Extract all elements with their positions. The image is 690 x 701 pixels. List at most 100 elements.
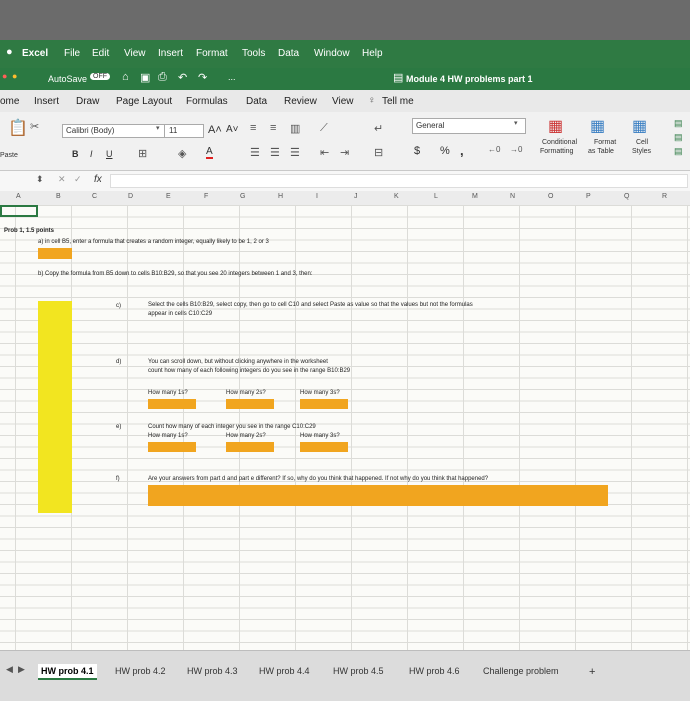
col-header-d[interactable]: D bbox=[128, 193, 133, 200]
sheet-tab-hw-prob-4-4[interactable]: HW prob 4.4 bbox=[256, 664, 313, 678]
format-label[interactable]: Format bbox=[594, 139, 616, 146]
as-table-label[interactable]: as Table bbox=[588, 148, 614, 155]
col-header-k[interactable]: K bbox=[394, 193, 399, 200]
menu-view[interactable]: View bbox=[124, 48, 146, 59]
formula-input[interactable] bbox=[110, 174, 688, 188]
close-window-icon[interactable]: ● bbox=[2, 71, 7, 81]
align-center-icon[interactable]: ☰ bbox=[270, 146, 280, 159]
increase-font-icon[interactable]: A˄ bbox=[208, 124, 222, 136]
selected-cell[interactable] bbox=[0, 205, 38, 217]
col-header-b[interactable]: B bbox=[56, 193, 61, 200]
tab-home[interactable]: ome bbox=[0, 96, 19, 107]
formatting-label[interactable]: Formatting bbox=[540, 148, 573, 155]
tab-formulas[interactable]: Formulas bbox=[186, 96, 228, 107]
undo-icon[interactable]: ↶ bbox=[178, 71, 187, 84]
menu-tools[interactable]: Tools bbox=[242, 48, 265, 59]
save-icon[interactable]: ▣ bbox=[140, 71, 150, 84]
format-as-table-icon[interactable]: ▦ bbox=[590, 116, 605, 136]
menu-data[interactable]: Data bbox=[278, 48, 299, 59]
insert-cells-icon[interactable]: ▤ bbox=[674, 118, 683, 129]
chevron-down-icon[interactable]: ▾ bbox=[514, 119, 518, 127]
col-header-o[interactable]: O bbox=[548, 193, 553, 200]
answer-e-1s[interactable] bbox=[148, 442, 196, 452]
tab-draw[interactable]: Draw bbox=[76, 96, 99, 107]
col-header-c[interactable]: C bbox=[92, 193, 97, 200]
col-header-p[interactable]: P bbox=[586, 193, 591, 200]
tab-review[interactable]: Review bbox=[284, 96, 317, 107]
add-sheet-button[interactable]: + bbox=[586, 664, 598, 680]
styles-label[interactable]: Styles bbox=[632, 148, 651, 155]
currency-button[interactable]: $ bbox=[414, 145, 420, 157]
paste-icon[interactable]: 📋 bbox=[8, 118, 28, 138]
cut-icon[interactable]: ✂ bbox=[30, 120, 39, 133]
menu-app-excel[interactable]: Excel bbox=[22, 48, 48, 59]
tab-view[interactable]: View bbox=[332, 96, 354, 107]
prev-sheet-icon[interactable]: ◀ bbox=[6, 664, 13, 675]
tab-insert[interactable]: Insert bbox=[34, 96, 59, 107]
bold-button[interactable]: B bbox=[72, 149, 79, 159]
col-header-r[interactable]: R bbox=[662, 193, 667, 200]
insert-function-button[interactable]: fx bbox=[94, 174, 102, 185]
align-middle-icon[interactable]: ≡ bbox=[270, 122, 276, 134]
col-header-q[interactable]: Q bbox=[624, 193, 629, 200]
sheet-tab-challenge-problem[interactable]: Challenge problem bbox=[480, 664, 562, 678]
col-header-a[interactable]: A bbox=[16, 193, 21, 200]
col-header-j[interactable]: J bbox=[354, 193, 358, 200]
menu-window[interactable]: Window bbox=[314, 48, 350, 59]
col-header-g[interactable]: G bbox=[240, 193, 245, 200]
minimize-window-icon[interactable]: ● bbox=[12, 71, 17, 81]
tab-page-layout[interactable]: Page Layout bbox=[116, 96, 172, 107]
delete-cells-icon[interactable]: ▤ bbox=[674, 132, 683, 143]
increase-indent-icon[interactable]: ⇥ bbox=[340, 146, 349, 159]
tab-data[interactable]: Data bbox=[246, 96, 267, 107]
paste-label[interactable]: Paste bbox=[0, 152, 18, 159]
menu-help[interactable]: Help bbox=[362, 48, 383, 59]
redo-icon[interactable]: ↷ bbox=[198, 71, 207, 84]
cell-styles-icon[interactable]: ▦ bbox=[632, 116, 647, 136]
font-color-icon[interactable]: A bbox=[206, 146, 213, 159]
sheet-tab-hw-prob-4-1[interactable]: HW prob 4.1 bbox=[38, 664, 97, 680]
answer-d-3s[interactable] bbox=[300, 399, 348, 409]
col-header-l[interactable]: L bbox=[434, 193, 438, 200]
confirm-entry-icon[interactable]: ✓ bbox=[74, 174, 82, 185]
decrease-decimal-icon[interactable]: →0 bbox=[510, 145, 522, 154]
col-header-n[interactable]: N bbox=[510, 193, 515, 200]
decrease-font-icon[interactable]: A˅ bbox=[226, 124, 239, 135]
answer-d-2s[interactable] bbox=[226, 399, 274, 409]
col-header-h[interactable]: H bbox=[278, 193, 283, 200]
increase-decimal-icon[interactable]: ←0 bbox=[488, 145, 500, 154]
wrap-text-icon[interactable]: ↵ bbox=[374, 122, 383, 135]
conditional-label[interactable]: Conditional bbox=[542, 139, 577, 146]
menu-insert[interactable]: Insert bbox=[158, 48, 183, 59]
next-sheet-icon[interactable]: ▶ bbox=[18, 664, 25, 675]
answer-cell-b5[interactable] bbox=[38, 248, 72, 259]
menu-format[interactable]: Format bbox=[196, 48, 228, 59]
col-header-e[interactable]: E bbox=[166, 193, 171, 200]
print-icon[interactable]: ⎙ bbox=[158, 71, 167, 84]
sheet-tab-hw-prob-4-6[interactable]: HW prob 4.6 bbox=[406, 664, 463, 678]
col-header-m[interactable]: M bbox=[472, 193, 478, 200]
align-right-icon[interactable]: ☰ bbox=[290, 146, 300, 159]
format-cells-icon[interactable]: ▤ bbox=[674, 146, 683, 157]
answer-e-2s[interactable] bbox=[226, 442, 274, 452]
cell-label[interactable]: Cell bbox=[636, 139, 648, 146]
conditional-formatting-icon[interactable]: ▦ bbox=[548, 116, 563, 136]
align-top-icon[interactable]: ≡ bbox=[250, 122, 256, 134]
underline-button[interactable]: U bbox=[106, 149, 113, 159]
autosave-toggle[interactable]: OFF bbox=[90, 73, 110, 80]
tell-me-search[interactable]: Tell me bbox=[382, 96, 414, 107]
name-box-chevron-icon[interactable]: ⬍ bbox=[36, 174, 44, 185]
align-left-icon[interactable]: ☰ bbox=[250, 146, 260, 159]
fill-color-icon[interactable]: ◈ bbox=[178, 147, 186, 160]
menu-file[interactable]: File bbox=[64, 48, 80, 59]
sheet-tab-hw-prob-4-5[interactable]: HW prob 4.5 bbox=[330, 664, 387, 678]
sheet-tab-hw-prob-4-3[interactable]: HW prob 4.3 bbox=[184, 664, 241, 678]
borders-icon[interactable]: ⊞ bbox=[138, 147, 147, 160]
home-icon[interactable]: ⌂ bbox=[122, 71, 129, 83]
italic-button[interactable]: I bbox=[90, 149, 93, 159]
sheet-tab-hw-prob-4-2[interactable]: HW prob 4.2 bbox=[112, 664, 169, 678]
decrease-indent-icon[interactable]: ⇤ bbox=[320, 146, 329, 159]
merge-center-icon[interactable]: ⊟ bbox=[374, 146, 383, 159]
yellow-column-b[interactable] bbox=[38, 301, 72, 513]
comma-button[interactable]: , bbox=[460, 143, 464, 158]
